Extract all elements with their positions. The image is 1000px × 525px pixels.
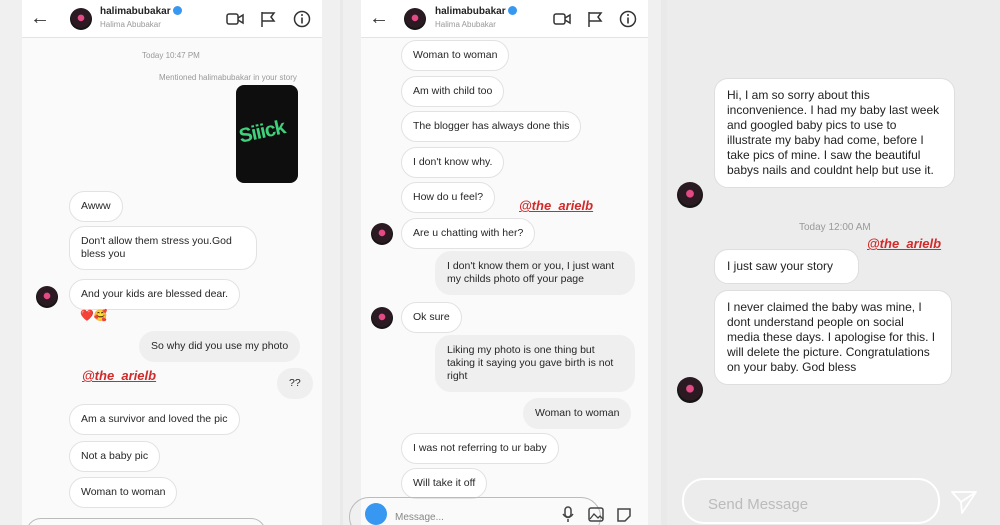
dm-screen-3: Hi, I am so sorry about this inconvenien… <box>667 0 1000 525</box>
header-fullname: Halima Abubakar <box>435 20 496 29</box>
avatar[interactable] <box>404 8 426 30</box>
sender-avatar <box>371 307 393 329</box>
verified-badge-icon <box>507 6 517 15</box>
chat-header: ← halimabubakar Halima Abubakar <box>22 0 322 38</box>
dm-screen-1: ← halimabubakar Halima Abubakar Today 10… <box>0 0 340 525</box>
message-bubble: Don't allow them stress you.God bless yo… <box>69 226 257 270</box>
message-bubble-sent: So why did you use my photo <box>139 331 301 362</box>
info-icon[interactable] <box>293 10 311 28</box>
message-bubble-sent: Liking my photo is one thing but taking … <box>435 335 635 392</box>
timestamp: Today 10:47 PM <box>142 51 200 60</box>
back-arrow-icon[interactable]: ← <box>30 8 50 28</box>
sender-avatar <box>36 286 58 308</box>
message-bubble: Awww <box>69 191 123 222</box>
chat-header: ← halimabubakar Halima Abubakar <box>361 0 648 38</box>
message-bubble: Will take it off <box>401 468 488 499</box>
message-reactions: ❤️🥰 <box>80 310 108 322</box>
message-bubble: Am a survivor and loved the pic <box>69 404 240 435</box>
story-text: Siiick <box>237 116 287 148</box>
verified-badge-icon <box>172 6 182 15</box>
mention-tag: @the_arielb <box>82 368 157 383</box>
video-call-icon[interactable] <box>226 10 244 28</box>
mention-tag: @the_arielb <box>867 236 942 251</box>
message-bubble: I just saw your story <box>714 249 859 284</box>
mention-tag: @the_arielb <box>519 198 594 213</box>
message-bubble: And your kids are blessed dear. <box>69 279 241 310</box>
message-bubble: I don't know why. <box>401 147 505 178</box>
message-bubble-sent: Woman to woman <box>523 398 632 429</box>
screenshot-collage: ← halimabubakar Halima Abubakar Today 10… <box>0 0 1000 525</box>
header-fullname: Halima Abubakar <box>100 20 161 29</box>
video-call-icon[interactable] <box>553 10 571 28</box>
username-text: halimabubakar <box>100 6 171 17</box>
timestamp: Today 12:00 AM <box>799 222 871 233</box>
sticker-icon[interactable] <box>616 507 632 523</box>
message-bubble-sent: ?? <box>277 368 313 399</box>
message-bubble: Am with child too <box>401 76 505 107</box>
message-bubble: The blogger has always done this <box>401 111 582 142</box>
sender-avatar <box>677 182 703 208</box>
header-username[interactable]: halimabubakar <box>100 6 182 17</box>
flag-icon[interactable] <box>259 10 277 28</box>
info-icon[interactable] <box>619 10 637 28</box>
send-icon[interactable] <box>950 489 978 515</box>
message-placeholder: Message... <box>395 512 444 523</box>
message-bubble: Woman to woman <box>401 40 510 71</box>
message-bubble: Hi, I am so sorry about this inconvenien… <box>714 78 955 188</box>
message-bubble: I never claimed the baby was mine, I don… <box>714 290 952 385</box>
story-thumbnail[interactable]: Siiick <box>236 85 298 183</box>
message-bubble: I was not referring to ur baby <box>401 433 559 464</box>
avatar[interactable] <box>70 8 92 30</box>
send-message-placeholder: Send Message <box>708 496 809 513</box>
message-bubble-sent: I don't know them or you, I just want my… <box>435 251 635 295</box>
message-bubble: Woman to woman <box>69 477 178 508</box>
message-input[interactable] <box>26 518 266 525</box>
phone-screen: ← halimabubakar Halima Abubakar Today 10… <box>22 0 322 525</box>
camera-icon[interactable] <box>365 503 387 525</box>
sender-avatar <box>371 223 393 245</box>
mention-note: Mentioned halimabubakar in your story <box>159 73 297 82</box>
microphone-icon[interactable] <box>561 506 575 522</box>
username-text: halimabubakar <box>435 6 506 17</box>
message-bubble: Not a baby pic <box>69 441 161 472</box>
header-username[interactable]: halimabubakar <box>435 6 517 17</box>
phone-screen: ← halimabubakar Halima Abubakar Woman to… <box>349 0 648 525</box>
message-bubble: How do u feel? <box>401 182 496 213</box>
flag-icon[interactable] <box>586 10 604 28</box>
gallery-icon[interactable] <box>588 507 604 522</box>
message-bubble: Are u chatting with her? <box>401 218 536 249</box>
message-bubble: Ok sure <box>401 302 462 333</box>
back-arrow-icon[interactable]: ← <box>369 8 389 28</box>
sender-avatar <box>677 377 703 403</box>
dm-screen-2: ← halimabubakar Halima Abubakar Woman to… <box>343 0 661 525</box>
